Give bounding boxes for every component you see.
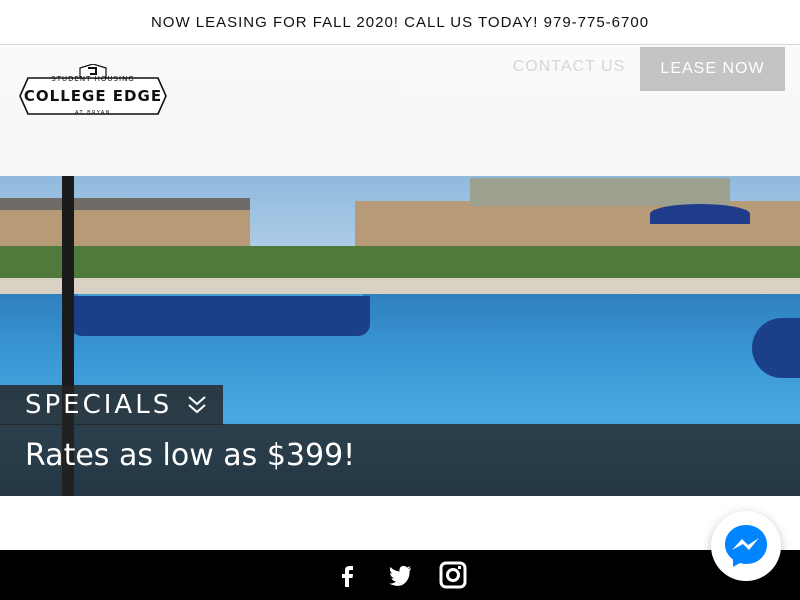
messenger-chat-button[interactable] [711,511,781,581]
page: NOW LEASING FOR FALL 2020! CALL US TODAY… [0,0,800,600]
messenger-icon [725,525,767,567]
hero-roof-left [0,198,250,210]
specials-message-bar: Rates as low as $399! [0,424,800,496]
instagram-icon[interactable] [439,561,467,589]
facebook-icon[interactable] [334,561,362,589]
twitter-icon[interactable] [386,561,414,589]
site-logo[interactable]: STUDENT HOUSING COLLEGE EDGE AT BRYAN [18,63,168,128]
footer-social-bar [0,550,800,600]
lease-now-button[interactable]: LEASE NOW [640,47,785,91]
specials-tab[interactable]: SPECIALS [0,385,223,425]
specials-label: SPECIALS [25,390,173,420]
announcement-bar: NOW LEASING FOR FALL 2020! CALL US TODAY… [0,0,800,45]
specials-message: Rates as low as $399! [25,438,356,473]
contact-us-link[interactable]: CONTACT US [504,58,634,82]
hero-roof-right [470,178,730,206]
logo-top-text: STUDENT HOUSING [51,75,135,83]
logo-main-text: COLLEGE EDGE [23,87,163,105]
lease-now-label: LEASE NOW [660,60,765,77]
hero-umbrella [650,204,750,224]
announcement-text[interactable]: NOW LEASING FOR FALL 2020! CALL US TODAY… [151,14,649,31]
logo-bottom-text: AT BRYAN [74,110,112,116]
double-chevron-down-icon [188,396,206,414]
hero-spa-wall [70,296,370,336]
